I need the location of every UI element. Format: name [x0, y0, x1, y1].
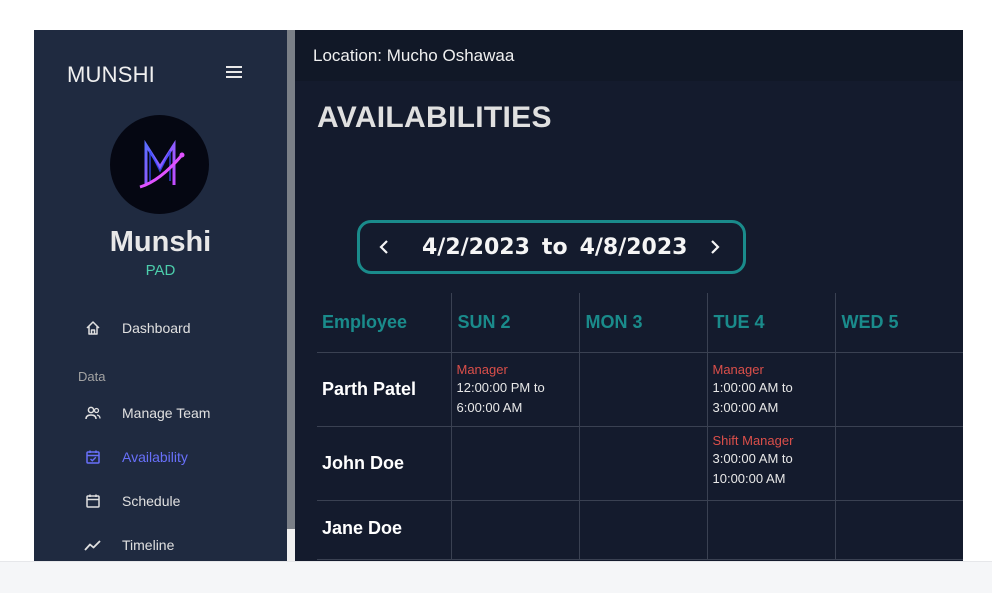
column-header-wed: WED 5	[834, 293, 963, 353]
shift-time-end: 3:00:00 AM	[712, 400, 779, 415]
avatar	[110, 115, 209, 214]
employee-name: Parth Patel	[322, 379, 417, 399]
availability-cell[interactable]: Shift Manager 3:00:00 AM to 10:00:00 AM	[706, 426, 835, 501]
hamburger-menu-icon[interactable]	[226, 66, 242, 80]
chevron-left-icon[interactable]	[374, 237, 394, 257]
page-footer-band	[0, 561, 992, 593]
home-icon	[84, 319, 102, 337]
availability-cell[interactable]	[706, 500, 835, 560]
sidebar-item-label: Schedule	[122, 493, 181, 509]
brand-title: MUNSHI	[67, 62, 155, 87]
range-end: 4/8/2023	[579, 234, 688, 260]
sidebar-item-manage-team[interactable]: Manage Team	[84, 400, 210, 426]
column-header-tue: TUE 4	[706, 293, 835, 353]
main-content: Location: Mucho Oshawaa AVAILABILITIES 4…	[295, 30, 963, 561]
sidebar-item-label: Manage Team	[122, 405, 211, 421]
shift-time-start: 12:00:00 PM to	[456, 380, 545, 395]
sidebar-item-timeline[interactable]: Timeline	[84, 532, 174, 558]
scrollbar-track	[287, 529, 295, 561]
profile-name: Munshi	[109, 226, 212, 258]
top-bar: Location: Mucho Oshawaa	[295, 30, 963, 81]
sidebar-item-availability[interactable]: Availability	[84, 444, 188, 470]
section-label-data: Data	[78, 369, 106, 384]
availability-cell[interactable]	[834, 426, 963, 501]
timeline-icon	[84, 536, 102, 554]
shift-role: Shift Manager	[712, 433, 794, 448]
availability-cell[interactable]	[834, 500, 963, 560]
availability-cell[interactable]	[834, 352, 963, 427]
column-header-sun: SUN 2	[450, 293, 579, 353]
profile-role: PAD	[145, 262, 176, 279]
table-row: Parth Patel Manager 12:00:00 PM to 6:00:00…	[317, 352, 963, 427]
sidebar-item-label: Timeline	[122, 537, 175, 553]
shift-time-start: 1:00:00 AM to	[712, 380, 793, 395]
range-start: 4/2/2023	[422, 234, 530, 260]
shift-role: Manager	[712, 362, 764, 377]
munshi-logo-icon	[139, 139, 185, 189]
availability-cell[interactable]	[578, 500, 707, 560]
employee-name: John Doe	[322, 453, 405, 473]
week-range-label: 4/2/2023 to 4/8/2023	[422, 235, 687, 260]
people-icon	[84, 404, 102, 422]
table-row: Jane Doe	[317, 500, 963, 560]
location-label: Location: Mucho Oshawaa	[313, 46, 515, 65]
table-header-row: Employee SUN 2 MON 3 TUE 4 WED 5	[317, 293, 963, 353]
page-title: AVAILABILITIES	[317, 101, 552, 134]
availability-table: Employee SUN 2 MON 3 TUE 4 WED 5 Parth P…	[317, 293, 963, 560]
chevron-right-icon[interactable]	[705, 237, 725, 257]
availability-cell[interactable]: Manager 1:00:00 AM to 3:00:00 AM	[706, 352, 835, 427]
availability-cell[interactable]: Manager 12:00:00 PM to 6:00:00 AM	[450, 352, 579, 427]
shift-role: Manager	[456, 362, 508, 377]
calendar-icon	[84, 492, 102, 510]
range-to: to	[541, 234, 568, 260]
sidebar: MUNSHI Munshi PAD Dashboard Data Manage …	[34, 30, 287, 561]
shift-time-start: 3:00:00 AM to	[712, 451, 793, 466]
availability-cell[interactable]	[578, 426, 707, 501]
week-range-navigator: 4/2/2023 to 4/8/2023	[357, 220, 746, 274]
availability-cell[interactable]	[578, 352, 707, 427]
employee-name: Jane Doe	[322, 517, 403, 538]
column-header-employee: Employee	[317, 293, 451, 353]
app-window: MUNSHI Munshi PAD Dashboard Data Manage …	[34, 30, 963, 561]
availability-cell[interactable]	[450, 500, 579, 560]
sidebar-item-label: Availability	[122, 449, 188, 465]
shift-time-end: 6:00:00 AM	[456, 400, 523, 415]
calendar-check-icon	[84, 448, 102, 466]
sidebar-item-schedule[interactable]: Schedule	[84, 488, 180, 514]
sidebar-item-label: Dashboard	[122, 320, 191, 336]
column-header-mon: MON 3	[578, 293, 707, 353]
availability-cell[interactable]	[450, 426, 579, 501]
table-row: John Doe Shift Manager 3:00:00 AM to 10:00…	[317, 426, 963, 501]
shift-time-end: 10:00:00 AM	[712, 471, 786, 486]
sidebar-scrollbar[interactable]	[287, 30, 295, 529]
sidebar-item-dashboard[interactable]: Dashboard	[84, 315, 191, 341]
